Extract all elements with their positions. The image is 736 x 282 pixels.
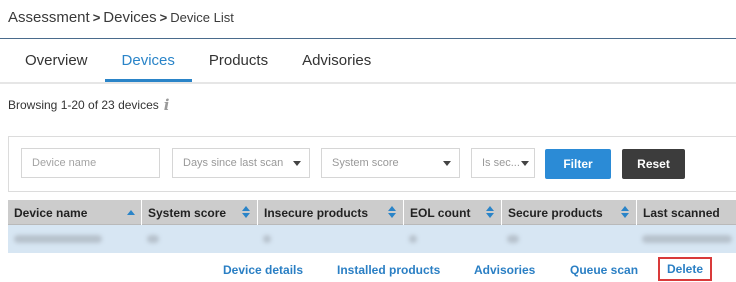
cell-device-name	[8, 225, 141, 253]
delete-link[interactable]: Delete	[658, 257, 713, 281]
tab-advisories[interactable]: Advisories	[285, 40, 388, 82]
filter-panel: Days since last scan System score Is sec…	[8, 136, 736, 192]
chevron-down-icon	[443, 161, 451, 166]
breadcrumb-devices[interactable]: Devices	[103, 9, 156, 26]
is-secure-select[interactable]: Is sec...	[471, 148, 535, 178]
sort-icon	[242, 206, 251, 219]
sort-icon	[388, 206, 397, 219]
breadcrumb-separator: >	[92, 10, 101, 25]
column-eol-count[interactable]: EOL count	[403, 200, 501, 225]
row-actions: Device details Installed products Adviso…	[8, 254, 736, 282]
info-icon[interactable]: i	[164, 96, 170, 114]
tab-devices[interactable]: Devices	[104, 40, 192, 82]
is-secure-label: Is sec...	[482, 157, 520, 169]
cell-eol-count	[403, 225, 501, 253]
cell-last-scanned	[636, 225, 736, 253]
column-label: Insecure products	[264, 206, 369, 220]
queue-scan-link[interactable]: Queue scan	[570, 263, 638, 277]
column-insecure-products[interactable]: Insecure products	[257, 200, 403, 225]
chevron-down-icon	[521, 161, 529, 166]
days-since-last-scan-label: Days since last scan	[183, 157, 284, 169]
column-label: System score	[148, 206, 227, 220]
reset-button[interactable]: Reset	[622, 149, 685, 179]
browsing-count: Browsing 1-20 of 23 devices i	[8, 96, 169, 114]
column-label: Secure products	[508, 206, 603, 220]
table-header: Device name System score Insecure produc…	[8, 200, 736, 225]
breadcrumb-device-list: Device List	[170, 10, 234, 25]
column-last-scanned[interactable]: Last scanned	[636, 200, 736, 225]
cell-insecure-products	[257, 225, 403, 253]
system-score-label: System score	[332, 157, 399, 169]
column-label: Last scanned	[643, 206, 720, 220]
tab-products[interactable]: Products	[192, 40, 285, 82]
tab-overview[interactable]: Overview	[8, 40, 105, 82]
device-name-field[interactable]	[21, 148, 160, 178]
tabs-divider	[0, 82, 736, 84]
sort-icon	[621, 206, 630, 219]
sort-icon	[486, 206, 495, 219]
column-label: EOL count	[410, 206, 471, 220]
breadcrumb-assessment[interactable]: Assessment	[8, 9, 90, 26]
column-device-name[interactable]: Device name	[8, 200, 141, 225]
device-name-input[interactable]	[32, 157, 159, 169]
system-score-select[interactable]: System score	[321, 148, 460, 178]
breadcrumb-separator: >	[159, 10, 168, 25]
table-row[interactable]	[8, 225, 736, 253]
browsing-text: Browsing 1-20 of 23 devices	[8, 98, 159, 112]
breadcrumb: Assessment > Devices > Device List	[8, 9, 234, 29]
cell-secure-products	[501, 225, 636, 253]
advisories-link[interactable]: Advisories	[474, 263, 535, 277]
device-table: Device name System score Insecure produc…	[8, 200, 736, 253]
chevron-down-icon	[293, 161, 301, 166]
tab-bar: Overview Devices Products Advisories	[8, 40, 388, 82]
cell-system-score	[141, 225, 257, 253]
column-system-score[interactable]: System score	[141, 200, 257, 225]
column-secure-products[interactable]: Secure products	[501, 200, 636, 225]
column-label: Device name	[14, 206, 88, 220]
installed-products-link[interactable]: Installed products	[337, 263, 440, 277]
device-details-link[interactable]: Device details	[223, 263, 303, 277]
filter-button[interactable]: Filter	[545, 149, 611, 179]
sort-ascending-icon	[127, 210, 135, 215]
days-since-last-scan-select[interactable]: Days since last scan	[172, 148, 310, 178]
header-divider	[0, 38, 736, 39]
